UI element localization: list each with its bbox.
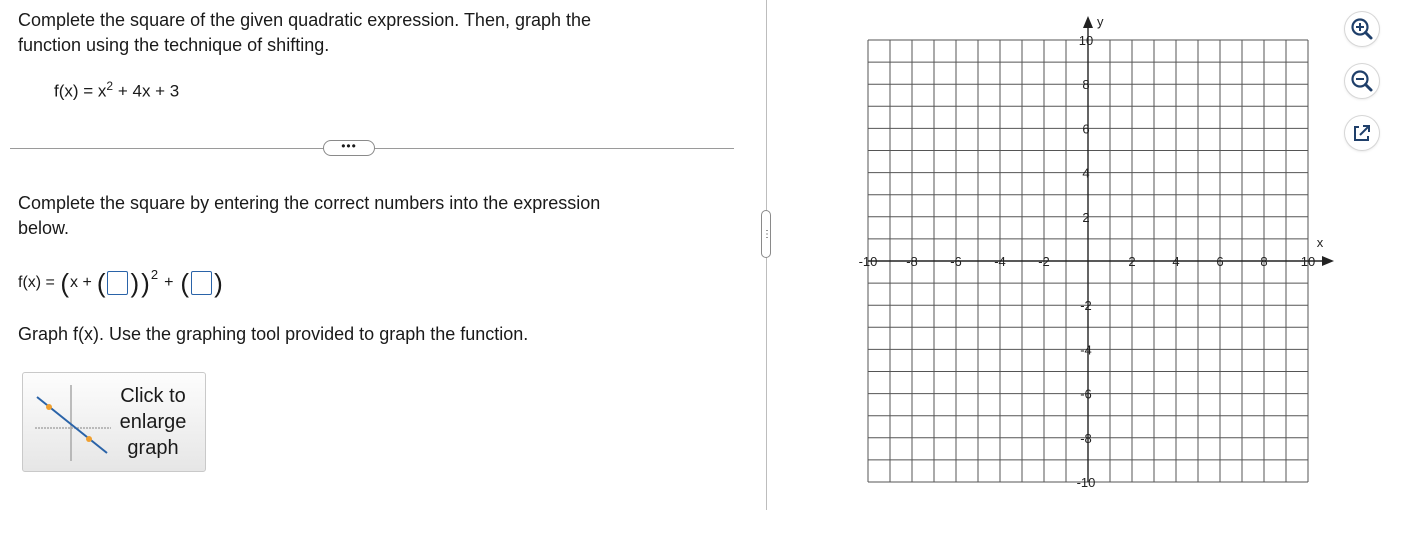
x-tick-label: 8 <box>1260 254 1267 269</box>
zoom-out-icon <box>1351 70 1373 92</box>
box2-open-paren: ( <box>180 268 190 298</box>
y-tick-label: 10 <box>1079 33 1093 48</box>
zoom-in-icon <box>1351 18 1373 40</box>
y-tick-label: -10 <box>1077 475 1096 490</box>
expr-prefix: f(x) = <box>18 274 60 291</box>
enlarge-label: Click to enlarge graph <box>109 383 197 461</box>
enlarge-label-line-1: Click to <box>120 385 186 407</box>
zoom-out-button[interactable] <box>1345 64 1379 98</box>
x-tick-label: -4 <box>994 254 1006 269</box>
y-tick-label: 8 <box>1082 77 1089 92</box>
external-link-icon <box>1354 125 1370 141</box>
box1-open-paren: ( <box>96 268 106 298</box>
instruction-text: Complete the square of the given quadrat… <box>18 8 738 58</box>
x-tick-label: -2 <box>1038 254 1050 269</box>
y-tick-label: 6 <box>1082 121 1089 136</box>
instruction-line-1: Complete the square of the given quadrat… <box>18 10 592 30</box>
y-axis-label: y <box>1097 14 1104 29</box>
zoom-in-button[interactable] <box>1345 12 1379 46</box>
x-tick-label: 4 <box>1172 254 1179 269</box>
function-lhs: f(x) = x <box>54 81 107 101</box>
y-tick-label: -4 <box>1080 342 1092 357</box>
x-tick-label: 6 <box>1216 254 1223 269</box>
function-rest: + 4x + 3 <box>113 81 180 101</box>
completed-square-expression: f(x) = ( x + ( ) ) 2 + ( ) <box>18 266 224 298</box>
x-tick-label: 2 <box>1128 254 1135 269</box>
box2-close-paren: ) <box>214 268 223 298</box>
step1-text: Complete the square by entering the corr… <box>18 191 738 241</box>
coordinate-graph[interactable]: x y -10 -8 -6 -4 -2 2 4 6 8 10 10 8 6 4 2 -2 -4 -6 -8 -10 <box>840 10 1340 500</box>
close-paren: ) <box>141 268 150 298</box>
y-axis-arrow-icon <box>1083 16 1093 28</box>
box1-close-paren: ) <box>130 268 140 298</box>
graph-thumbnail-icon <box>35 385 111 461</box>
open-external-button[interactable] <box>1345 116 1379 150</box>
answer-box-2[interactable] <box>191 271 213 295</box>
y-tick-label: 4 <box>1082 166 1089 181</box>
given-function: f(x) = x2 + 4x + 3 <box>54 79 179 102</box>
step1-line-1: Complete the square by entering the corr… <box>18 193 601 213</box>
enlarge-label-line-2: enlarge <box>119 411 187 433</box>
x-tick-label: 10 <box>1301 254 1315 269</box>
more-button[interactable]: ••• <box>323 140 375 156</box>
y-tick-label: 2 <box>1082 210 1089 225</box>
x-tick-label: -6 <box>950 254 962 269</box>
step1-line-2: below. <box>18 218 70 238</box>
enlarge-label-line-3: graph <box>127 437 179 459</box>
y-tick-label: -2 <box>1080 298 1092 313</box>
y-tick-label: -6 <box>1080 387 1092 402</box>
pane-resize-handle[interactable]: ⋮ <box>761 210 772 258</box>
answer-box-1[interactable] <box>107 271 129 295</box>
instruction-line-2: function using the technique of shifting… <box>18 35 330 55</box>
x-tick-label: -10 <box>859 254 878 269</box>
x-axis-arrow-icon <box>1322 256 1334 266</box>
x-axis-label: x <box>1317 235 1324 250</box>
expr-exponent: 2 <box>150 266 159 282</box>
expr-x: x + <box>70 274 92 291</box>
open-paren: ( <box>60 268 70 298</box>
x-tick-label: -8 <box>906 254 918 269</box>
y-tick-label: -8 <box>1080 431 1092 446</box>
enlarge-graph-button[interactable]: Click to enlarge graph <box>22 372 206 472</box>
step2-text: Graph f(x). Use the graphing tool provid… <box>18 324 529 344</box>
expr-plus: + <box>164 274 174 291</box>
